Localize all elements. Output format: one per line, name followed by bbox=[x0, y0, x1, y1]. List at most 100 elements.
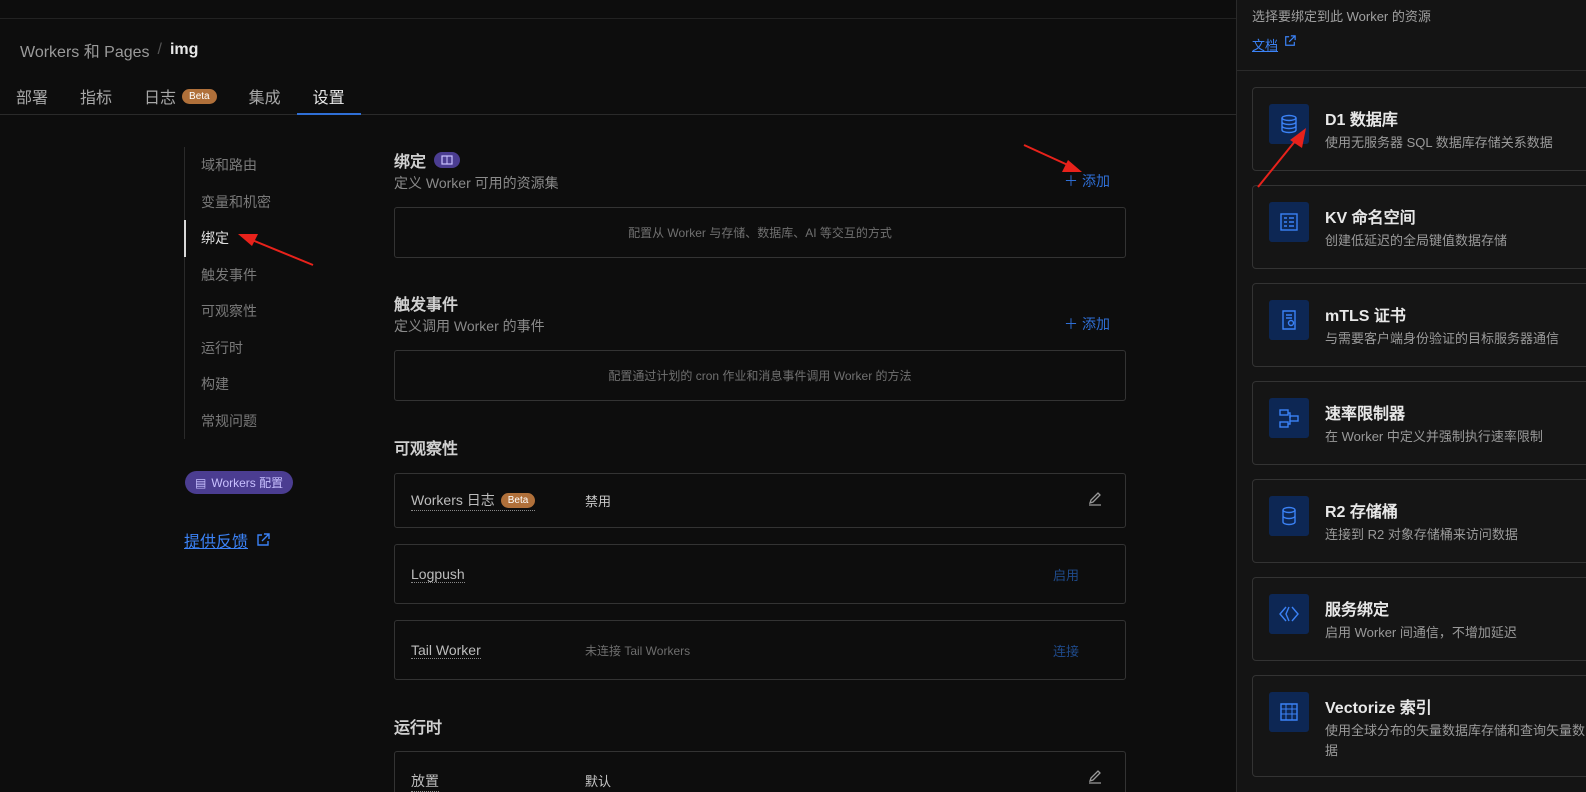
bucket-icon bbox=[1269, 496, 1309, 536]
triggers-desc: 定义调用 Worker 的事件 bbox=[394, 318, 545, 334]
tail-worker-label: Tail Worker bbox=[411, 641, 481, 659]
tab-integrations[interactable]: 集成 bbox=[233, 78, 297, 114]
tab-settings[interactable]: 设置 bbox=[296, 78, 361, 115]
workers-logs-value: 禁用 bbox=[585, 494, 612, 509]
docs-label: 文档 bbox=[1252, 38, 1279, 53]
card-title: R2 存储桶 bbox=[1325, 504, 1398, 521]
row-label-text: Workers 日志 bbox=[411, 492, 495, 508]
sidenav-item-build[interactable]: 构建 bbox=[185, 366, 304, 403]
workers-config-pill[interactable]: ▤ Workers 配置 bbox=[185, 471, 294, 494]
add-label: 添加 bbox=[1082, 173, 1110, 189]
sidenav-item-observability[interactable]: 可观察性 bbox=[185, 293, 304, 330]
tab-logs[interactable]: 日志 Beta bbox=[128, 78, 233, 114]
connect-tail-worker-button[interactable]: 连接 bbox=[1053, 641, 1079, 660]
edit-icon[interactable] bbox=[1087, 768, 1103, 789]
card-title: 速率限制器 bbox=[1325, 406, 1406, 423]
card-mtls-certificate[interactable]: mTLS 证书 与需要客户端身份验证的目标服务器通信 bbox=[1252, 283, 1586, 367]
tab-label: 集成 bbox=[248, 90, 281, 107]
card-d1-database[interactable]: D1 数据库 使用无服务器 SQL 数据库存储关系数据 bbox=[1252, 87, 1586, 171]
add-trigger-button[interactable]: ＋添加 bbox=[1064, 314, 1110, 334]
panel-header: 选择要绑定到此 Worker 的资源 bbox=[1252, 9, 1431, 24]
card-desc: 在 Worker 中定义并强制执行速率限制 bbox=[1325, 429, 1543, 444]
card-vectorize-index[interactable]: Vectorize 索引 使用全球分布的矢量数据库存储和查询矢量数据 bbox=[1252, 675, 1586, 777]
tab-label: 日志 bbox=[144, 90, 177, 107]
tail-worker-value: 未连接 Tail Workers bbox=[585, 643, 691, 658]
add-binding-button[interactable]: ＋添加 bbox=[1064, 171, 1110, 191]
card-desc: 连接到 R2 对象存储桶来访问数据 bbox=[1325, 527, 1518, 542]
tab-deploy[interactable]: 部署 bbox=[0, 78, 64, 114]
runtime-title: 运行时 bbox=[394, 720, 443, 737]
add-label: 添加 bbox=[1082, 316, 1110, 332]
logpush-label: Logpush bbox=[411, 565, 465, 583]
card-desc: 使用全球分布的矢量数据库存储和查询矢量数据 bbox=[1325, 723, 1586, 758]
sidenav-item-bindings[interactable]: 绑定 bbox=[184, 220, 304, 257]
vector-icon bbox=[1269, 692, 1309, 732]
sidenav-item-runtime[interactable]: 运行时 bbox=[185, 330, 304, 367]
card-title: D1 数据库 bbox=[1325, 112, 1398, 129]
placement-row: 放置 默认 bbox=[394, 751, 1126, 792]
rate-limit-icon bbox=[1269, 398, 1309, 438]
card-title: 服务绑定 bbox=[1325, 602, 1390, 619]
sidenav-item-general[interactable]: 常规问题 bbox=[185, 403, 304, 440]
observability-title: 可观察性 bbox=[394, 441, 459, 458]
external-link-icon bbox=[1285, 35, 1296, 46]
beta-badge: Beta bbox=[500, 492, 536, 508]
sidenav-item-domains[interactable]: 域和路由 bbox=[185, 147, 304, 184]
top-divider bbox=[0, 18, 1236, 19]
triggers-title: 触发事件 bbox=[394, 297, 459, 314]
book-icon[interactable] bbox=[434, 152, 461, 168]
breadcrumb-parent[interactable]: Workers 和 Pages bbox=[20, 38, 150, 62]
tab-bar: 部署 指标 日志 Beta 集成 设置 bbox=[0, 78, 1236, 115]
sidenav-item-variables[interactable]: 变量和机密 bbox=[185, 184, 304, 221]
bindings-desc: 定义 Worker 可用的资源集 bbox=[394, 175, 559, 191]
card-r2-bucket[interactable]: R2 存储桶 连接到 R2 对象存储桶来访问数据 bbox=[1252, 479, 1586, 563]
feedback-label: 提供反馈 bbox=[184, 534, 249, 551]
breadcrumb-separator: / bbox=[157, 41, 162, 58]
tab-metrics[interactable]: 指标 bbox=[64, 78, 128, 114]
edit-icon[interactable] bbox=[1087, 490, 1103, 511]
workers-logs-row: Workers 日志 Beta 禁用 bbox=[394, 473, 1126, 528]
tab-label: 部署 bbox=[16, 90, 49, 107]
card-desc: 与需要客户端身份验证的目标服务器通信 bbox=[1325, 331, 1560, 346]
panel-divider bbox=[1237, 70, 1586, 71]
tab-label: 指标 bbox=[80, 90, 113, 107]
card-title: mTLS 证书 bbox=[1325, 308, 1406, 325]
annotation-arrow-add bbox=[1023, 144, 1082, 172]
enable-logpush-button[interactable]: 启用 bbox=[1053, 565, 1079, 584]
book-icon: ▤ bbox=[195, 475, 207, 490]
logpush-row: Logpush 启用 bbox=[394, 544, 1126, 604]
external-link-icon bbox=[257, 533, 270, 546]
card-service-binding[interactable]: 服务绑定 启用 Worker 间通信，不增加延迟 bbox=[1252, 577, 1586, 661]
card-rate-limiter[interactable]: 速率限制器 在 Worker 中定义并强制执行速率限制 bbox=[1252, 381, 1586, 465]
card-title: Vectorize 索引 bbox=[1325, 700, 1432, 717]
pill-label: Workers 配置 bbox=[211, 476, 284, 490]
add-binding-panel: 选择要绑定到此 Worker 的资源 文档 D1 数据库 使用无服务器 SQL … bbox=[1236, 0, 1586, 792]
card-title: KV 命名空间 bbox=[1325, 210, 1416, 227]
bindings-title-text: 绑定 bbox=[394, 154, 427, 171]
triggers-empty-state: 配置通过计划的 cron 作业和消息事件调用 Worker 的方法 bbox=[394, 350, 1126, 401]
breadcrumb-current: img bbox=[169, 41, 199, 58]
tail-worker-row: Tail Worker 未连接 Tail Workers 连接 bbox=[394, 620, 1126, 680]
card-desc: 启用 Worker 间通信，不增加延迟 bbox=[1325, 625, 1517, 640]
settings-sidenav: 域和路由 变量和机密 绑定 触发事件 可观察性 运行时 构建 常规问题 bbox=[184, 147, 304, 439]
card-desc: 使用无服务器 SQL 数据库存储关系数据 bbox=[1325, 135, 1553, 150]
beta-badge: Beta bbox=[182, 88, 217, 104]
bindings-empty-state: 配置从 Worker 与存储、数据库、AI 等交互的方式 bbox=[394, 207, 1126, 258]
database-icon bbox=[1269, 104, 1309, 144]
placement-value: 默认 bbox=[585, 774, 612, 789]
breadcrumb: Workers 和 Pages / img bbox=[20, 38, 198, 62]
tab-label: 设置 bbox=[312, 89, 345, 107]
card-kv-namespace[interactable]: KV 命名空间 创建低延迟的全局键值数据存储 bbox=[1252, 185, 1586, 269]
plus-icon: ＋ bbox=[1064, 173, 1078, 189]
plus-icon: ＋ bbox=[1064, 316, 1078, 332]
feedback-link[interactable]: 提供反馈 bbox=[184, 528, 270, 552]
kv-icon bbox=[1269, 202, 1309, 242]
workers-logs-label: Workers 日志 Beta bbox=[411, 490, 536, 511]
bindings-title: 绑定 bbox=[394, 148, 461, 172]
placement-label: 放置 bbox=[411, 771, 439, 792]
card-desc: 创建低延迟的全局键值数据存储 bbox=[1325, 233, 1508, 248]
service-icon bbox=[1269, 594, 1309, 634]
certificate-icon bbox=[1269, 300, 1309, 340]
sidenav-item-triggers[interactable]: 触发事件 bbox=[185, 257, 304, 294]
docs-link[interactable]: 文档 bbox=[1252, 35, 1296, 54]
